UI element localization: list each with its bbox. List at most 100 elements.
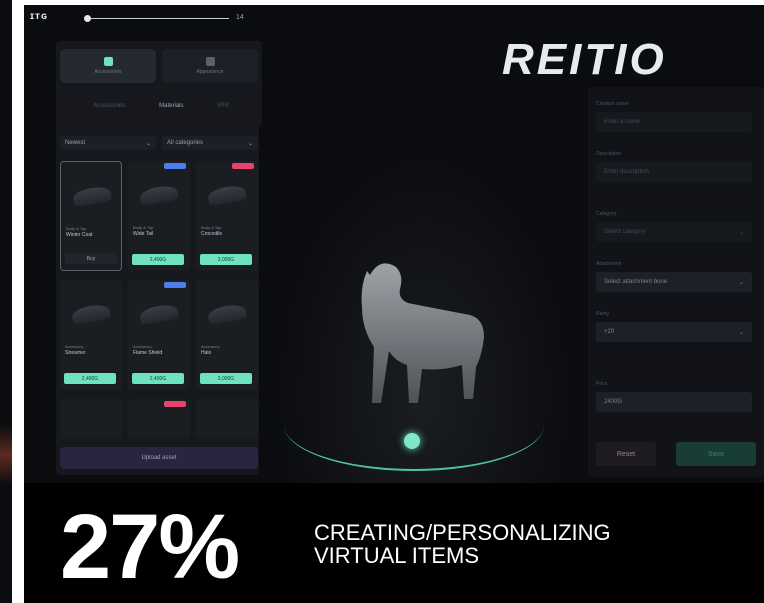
rotation-handle[interactable]	[404, 433, 420, 449]
stat-caption-line1: CREATING/PERSONALIZING	[314, 520, 611, 545]
chevron-down-icon: ⌄	[247, 140, 253, 147]
zoom-slider-thumb[interactable]	[84, 15, 91, 22]
category-select[interactable]: Select category ⌄	[596, 222, 752, 242]
asset-card[interactable]: Body & Top Wide Tail 2,400G	[128, 161, 190, 271]
field-group: Price 2400G	[596, 381, 752, 412]
image-frame: ɪᴛɢ 14 Accessories Appearance Accessorie…	[0, 0, 764, 603]
asset-type: Accessory	[201, 344, 220, 349]
mode-appearance-button[interactable]: Appearance	[162, 49, 258, 83]
asset-badge	[232, 163, 254, 169]
asset-price-button[interactable]: Buy	[65, 253, 117, 264]
field-label: Creation name	[596, 101, 629, 107]
asset-meta: Body & Top Crocodile	[201, 225, 222, 237]
asset-card[interactable]: Body & Top Crocodile 3,000G	[196, 161, 258, 271]
field-label: Description	[596, 151, 622, 157]
asset-grid: Body & Top Winter Coat Buy Body & Top Wide…	[60, 161, 258, 439]
asset-type: Accessory	[65, 344, 84, 349]
field-label: Category	[596, 211, 617, 217]
asset-badge	[164, 401, 186, 407]
field-group: Category Select category ⌄	[596, 211, 752, 242]
asset-card[interactable]	[128, 399, 190, 439]
field-label: Price	[596, 381, 608, 387]
asset-price-button[interactable]: 3,000G	[200, 254, 252, 265]
asset-meta: Body & Top Wide Tail	[133, 225, 153, 237]
chevron-down-icon: ⌄	[145, 140, 151, 147]
mode-label: Appearance	[196, 69, 224, 75]
field-group: Description Enter description	[596, 151, 752, 182]
upload-asset-button[interactable]: Upload asset	[60, 447, 258, 469]
rotation-ring[interactable]	[284, 379, 544, 471]
mode-toggle: Accessories Appearance	[60, 49, 258, 83]
asset-price-button[interactable]: 2,400G	[64, 373, 116, 384]
asset-name: Winter Coat	[66, 232, 93, 238]
asset-type: Body & Top	[201, 225, 222, 230]
rarity-select[interactable]: +20 ⌄	[596, 322, 752, 342]
field-value: Select attachment bone	[604, 279, 668, 285]
price-input[interactable]: 2400G	[596, 392, 752, 412]
asset-card[interactable]: Body & Top Winter Coat Buy	[60, 161, 122, 271]
zoom-slider-value: 14	[236, 14, 244, 21]
asset-card[interactable]: Accessory Halo 3,000G	[196, 280, 258, 390]
attachment-select[interactable]: Select attachment bone ⌄	[596, 272, 752, 292]
asset-name: Wide Tail	[133, 231, 154, 237]
asset-type: Body & Top	[66, 226, 87, 231]
name-input[interactable]: Enter a name	[596, 112, 752, 132]
asset-card[interactable]	[196, 399, 258, 439]
tab-vfx[interactable]: VFX	[217, 103, 229, 109]
stat-caption: CREATING/PERSONALIZING VIRTUAL ITEMS	[314, 521, 611, 567]
stat-percent: 27%	[60, 496, 240, 598]
asset-meta: Accessory Streamer	[65, 344, 86, 356]
top-bar: ɪᴛɢ 14	[24, 5, 764, 27]
chevron-down-icon: ⌄	[738, 229, 744, 236]
asset-meta: Accessory Flame Shield	[133, 344, 162, 356]
field-value: +20	[604, 329, 615, 335]
field-label: Rarity	[596, 311, 610, 317]
asset-badge	[164, 163, 186, 169]
asset-thumbnail	[138, 302, 180, 326]
field-label: Attachment	[596, 261, 622, 267]
filter-row: Newest ⌄ All categories ⌄	[60, 136, 258, 150]
category-dropdown[interactable]: All categories ⌄	[162, 136, 258, 150]
asset-type: Body & Top	[133, 225, 154, 230]
app-screen: ɪᴛɢ 14 Accessories Appearance Accessorie…	[24, 5, 764, 603]
field-group: Attachment Select attachment bone ⌄	[596, 261, 752, 292]
field-value: Enter a name	[604, 119, 641, 125]
asset-card[interactable]: Accessory Streamer 2,400G	[60, 280, 122, 390]
field-group: Rarity +20 ⌄	[596, 311, 752, 342]
asset-type: Accessory	[133, 344, 152, 349]
brand-logo: REITIO	[502, 35, 667, 84]
asset-thumbnail	[206, 183, 248, 207]
asset-meta: Body & Top Winter Coat	[66, 226, 92, 238]
mode-label: Accessories	[94, 69, 122, 75]
asset-badge	[164, 282, 186, 288]
asset-name: Crocodile	[201, 231, 223, 237]
asset-price-button[interactable]: 2,400G	[132, 254, 184, 265]
sort-label: Newest	[65, 140, 86, 146]
asset-name: Streamer	[65, 350, 86, 356]
asset-thumbnail	[71, 184, 113, 208]
stat-banner: 27% CREATING/PERSONALIZING VIRTUAL ITEMS	[24, 483, 764, 603]
description-input[interactable]: Enter description	[596, 162, 752, 182]
asset-thumbnail	[138, 183, 180, 207]
chevron-down-icon: ⌄	[738, 329, 744, 336]
asset-name: Halo	[201, 350, 212, 356]
asset-panel: Accessories Appearance Accessories Mater…	[56, 41, 262, 475]
tab-accessories[interactable]: Accessories	[93, 103, 125, 109]
asset-price-button[interactable]: 3,000G	[200, 373, 252, 384]
mode-accessories-button[interactable]: Accessories	[60, 49, 156, 83]
field-value: Enter description	[604, 169, 650, 175]
asset-price-button[interactable]: 2,400G	[132, 373, 184, 384]
sort-dropdown[interactable]: Newest ⌄	[60, 136, 156, 150]
chevron-down-icon: ⌄	[738, 279, 744, 286]
reset-button[interactable]: Reset	[596, 442, 656, 466]
asset-card[interactable]: Accessory Flame Shield 2,400G	[128, 280, 190, 390]
zoom-slider-track[interactable]	[84, 18, 229, 19]
field-group: Creation name Enter a name	[596, 101, 752, 132]
edge-glow	[0, 425, 12, 485]
sub-tabs: Accessories Materials VFX	[76, 103, 246, 109]
tab-materials[interactable]: Materials	[159, 103, 183, 109]
accessories-icon	[103, 57, 113, 66]
save-button[interactable]: Save	[676, 442, 756, 466]
appearance-icon	[205, 57, 215, 66]
asset-card[interactable]	[60, 399, 122, 439]
